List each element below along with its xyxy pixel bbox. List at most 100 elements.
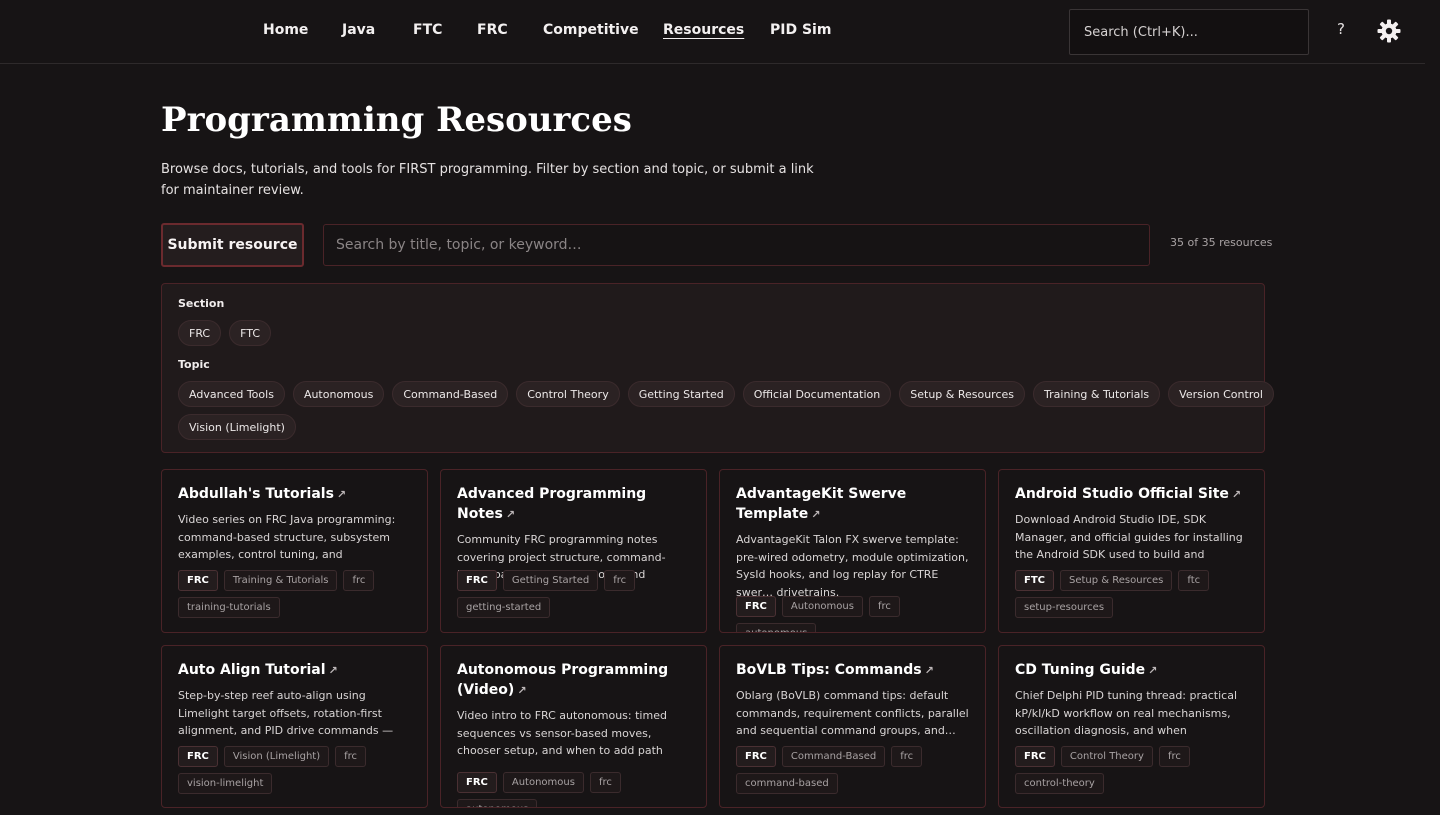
topic-filter-label: Topic	[178, 358, 210, 371]
topic-tag: ftc	[1178, 570, 1210, 591]
resource-card[interactable]: Autonomous Programming (Video) ↗ Video in…	[440, 645, 707, 808]
resource-card-title-text: Abdullah's Tutorials	[178, 486, 334, 502]
topic-tag: frc	[891, 746, 923, 767]
section-tag: FRC	[457, 772, 497, 793]
resource-card-description: Step-by-step reef auto-align using Limel…	[178, 689, 394, 737]
resource-card-tags: FRC Autonomous frc autonomous	[457, 772, 694, 807]
resource-card-description: AdvantageKit Talon FX swerve template: p…	[736, 533, 969, 599]
resource-card-title-text: Android Studio Official Site	[1015, 486, 1229, 502]
resource-count: 35 of 35 resources	[1170, 236, 1273, 249]
nav-link-resources[interactable]: Resources	[663, 22, 744, 38]
gear-icon	[1377, 19, 1401, 43]
topic-tag: vision-limelight	[178, 773, 273, 794]
resource-card-title[interactable]: CD Tuning Guide ↗	[1015, 660, 1248, 681]
topic-tag: Command-Based	[781, 746, 886, 767]
resource-card-title-text: Auto Align Tutorial	[178, 662, 326, 678]
topic-chip-official-documentation[interactable]: Official Documentation	[742, 381, 892, 407]
topic-chip-row-2: Vision (Limelight)	[178, 414, 296, 440]
topic-chip-version-control[interactable]: Version Control	[1168, 381, 1274, 407]
external-link-icon: ↗	[924, 664, 934, 677]
resource-card[interactable]: BoVLB Tips: Commands ↗ Oblarg (BoVLB) com…	[719, 645, 986, 808]
topic-chip-getting-started[interactable]: Getting Started	[627, 381, 735, 407]
resource-card-tags: FRC Vision (Limelight) frc vision-limeli…	[178, 746, 415, 794]
topic-tag: Control Theory	[1060, 746, 1153, 767]
submit-resource-button[interactable]: Submit resource	[161, 223, 304, 267]
resource-card-title[interactable]: BoVLB Tips: Commands ↗	[736, 660, 969, 681]
topic-chip-command-based[interactable]: Command-Based	[392, 381, 509, 407]
resource-card-title-text: AdvantageKit Swerve Template	[736, 486, 907, 522]
topic-tag: getting-started	[457, 597, 551, 618]
topic-tag: frc	[335, 746, 367, 767]
resource-card[interactable]: Android Studio Official Site ↗ Download A…	[998, 469, 1265, 633]
section-tag: FRC	[178, 570, 218, 591]
resource-card-tags: FRC Control Theory frc control-theory	[1015, 746, 1252, 794]
resource-card[interactable]: CD Tuning Guide ↗ Chief Delphi PID tuning…	[998, 645, 1265, 808]
resource-card-title[interactable]: Advanced Programming Notes ↗	[457, 484, 690, 525]
section-chip-ftc[interactable]: FTC	[229, 320, 271, 346]
section-tag: FRC	[457, 570, 497, 591]
resource-card-tags: FRC Command-Based frc command-based	[736, 746, 973, 794]
topic-tag: frc	[589, 772, 621, 793]
section-tag: FTC	[1015, 570, 1054, 591]
section-chip-row: FRC FTC	[178, 320, 271, 346]
resource-card-title-text: CD Tuning Guide	[1015, 662, 1146, 678]
topic-chip-setup-resources[interactable]: Setup & Resources	[899, 381, 1026, 407]
global-search-placeholder: Search (Ctrl+K)...	[1084, 24, 1198, 40]
resource-card[interactable]: Abdullah's Tutorials ↗ Video series on FR…	[161, 469, 428, 633]
external-link-icon: ↗	[1148, 664, 1158, 677]
resource-search-input[interactable]	[323, 224, 1150, 266]
resource-card-tags: FRC Training & Tutorials frc training-tu…	[178, 570, 415, 618]
section-tag: FRC	[736, 746, 776, 767]
resource-card-title[interactable]: Abdullah's Tutorials ↗	[178, 484, 411, 505]
global-search-input[interactable]: Search (Ctrl+K)...	[1069, 9, 1309, 55]
nav-link-ftc[interactable]: FTC	[413, 22, 442, 38]
section-tag: FRC	[736, 596, 776, 617]
section-filter-label: Section	[178, 297, 225, 310]
help-button[interactable]: ?	[1331, 20, 1351, 42]
topic-tag: Training & Tutorials	[223, 570, 338, 591]
resource-card[interactable]: Advanced Programming Notes ↗ Community FR…	[440, 469, 707, 633]
resource-card-title[interactable]: Auto Align Tutorial ↗	[178, 660, 411, 681]
topic-chip-vision-limelight[interactable]: Vision (Limelight)	[178, 414, 296, 440]
section-tag: FRC	[178, 746, 218, 767]
resource-card-title[interactable]: Autonomous Programming (Video) ↗	[457, 660, 672, 701]
topic-tag: autonomous	[457, 799, 538, 807]
resource-card-description: Oblarg (BoVLB) command tips: default com…	[736, 689, 969, 737]
external-link-icon: ↗	[505, 508, 516, 521]
resource-card[interactable]: Auto Align Tutorial ↗ Step-by-step reef a…	[161, 645, 428, 808]
topic-chip-control-theory[interactable]: Control Theory	[516, 381, 620, 407]
external-link-icon: ↗	[517, 684, 527, 697]
nav-link-java[interactable]: Java	[342, 22, 375, 38]
resource-card-description: Chief Delphi PID tuning thread: practica…	[1015, 689, 1238, 737]
nav-link-pid-sim[interactable]: PID Sim	[770, 22, 831, 38]
nav-link-competitive[interactable]: Competitive	[543, 22, 639, 38]
nav-link-frc[interactable]: FRC	[477, 22, 508, 38]
section-tag: FRC	[1015, 746, 1055, 767]
section-chip-frc[interactable]: FRC	[178, 320, 222, 346]
nav-link-home[interactable]: Home	[263, 22, 308, 38]
topic-chip-advanced-tools[interactable]: Advanced Tools	[178, 381, 285, 407]
topic-tag: frc	[868, 596, 900, 617]
topic-tag: control-theory	[1015, 773, 1104, 794]
resource-card-tags: FRC Autonomous frc autonomous	[736, 596, 973, 632]
resource-card-title[interactable]: Android Studio Official Site ↗	[1015, 484, 1248, 505]
resource-card-description: Download Android Studio IDE, SDK Manager…	[1015, 513, 1243, 561]
resource-card-title[interactable]: AdvantageKit Swerve Template ↗	[736, 484, 969, 525]
resource-card-title-text: Advanced Programming Notes	[457, 486, 647, 522]
topic-tag: autonomous	[736, 623, 817, 632]
topic-chip-autonomous[interactable]: Autonomous	[292, 381, 385, 407]
resource-card-description: Video intro to FRC autonomous: timed seq…	[457, 709, 667, 757]
resource-card-tags: FTC Setup & Resources ftc setup-resource…	[1015, 570, 1252, 618]
topic-tag: frc	[1158, 746, 1190, 767]
theme-toggle-button[interactable]	[1376, 18, 1402, 44]
resource-card-title-text: BoVLB Tips: Commands	[736, 662, 922, 678]
page-description: Browse docs, tutorials, and tools for FI…	[161, 162, 814, 198]
external-link-icon: ↗	[811, 508, 821, 521]
resource-card-description: Video series on FRC Java programming: co…	[178, 513, 396, 561]
topic-tag: Autonomous	[502, 772, 584, 793]
topic-tag: setup-resources	[1015, 597, 1114, 618]
topic-chip-training-tutorials[interactable]: Training & Tutorials	[1033, 381, 1161, 407]
top-nav: Home Java FTC FRC Competitive Resources …	[0, 0, 1425, 64]
resource-card[interactable]: AdvantageKit Swerve Template ↗ AdvantageK…	[719, 469, 986, 633]
topic-tag: command-based	[736, 773, 838, 794]
